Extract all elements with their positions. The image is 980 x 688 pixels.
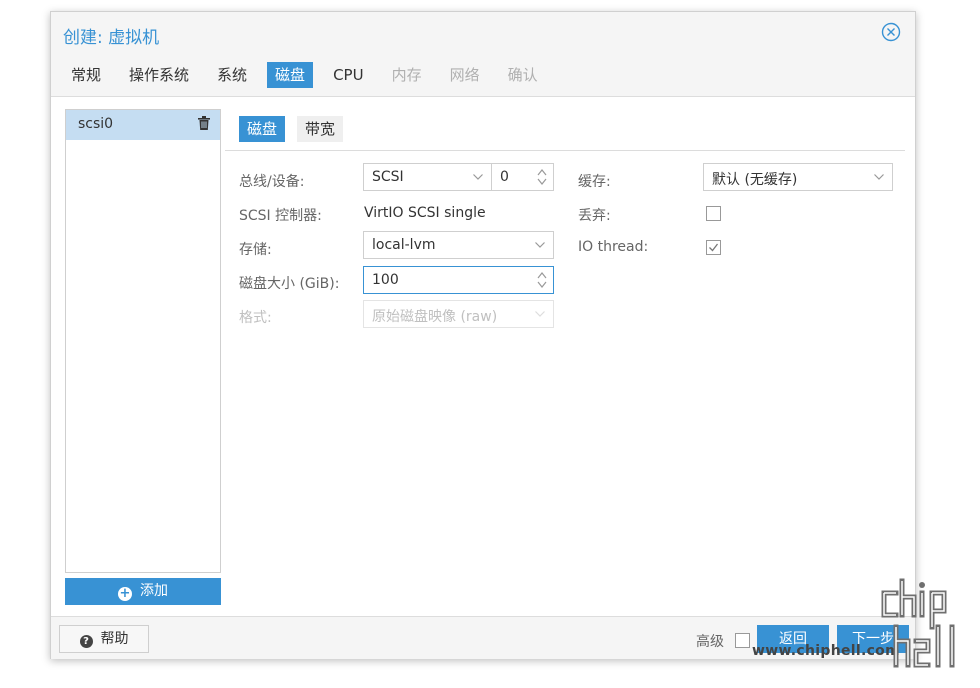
spinner-icon[interactable] [537,167,547,187]
bus-value: SCSI [372,169,404,185]
dialog-title: 创建: 虚拟机 [63,28,160,48]
add-disk-label: 添加 [140,583,168,599]
chiphell-logo [881,578,955,668]
disk-size-label: 磁盘大小 (GiB): [239,276,340,292]
format-select: 原始磁盘映像 (raw) [363,300,554,328]
tab-memory: 内存 [391,66,422,84]
watermark-url: www.chiphell.com [752,643,900,659]
bus-label: 总线/设备: [239,174,305,190]
spinner-icon[interactable] [537,270,547,290]
checkmark-icon [709,243,719,252]
discard-checkbox[interactable] [706,206,721,221]
create-vm-dialog: 创建: 虚拟机 常规 操作系统 系统 磁盘 CPU 内存 网络 确认 scsi0 [50,11,916,659]
help-button[interactable]: ? 帮助 [59,625,149,653]
cache-value: 默认 (无缓存) [712,172,798,188]
tab-general[interactable]: 常规 [63,62,109,88]
disk-list: scsi0 [65,109,221,573]
tab-system[interactable]: 系统 [209,62,255,88]
plus-icon: + [118,586,132,601]
question-icon: ? [79,635,93,648]
advanced-label: 高级 [696,634,724,650]
device-number-field[interactable]: 0 [491,163,554,191]
controller-value: VirtIO SCSI single [364,205,486,221]
dialog-body: scsi0 + 添加 磁盘 带宽 总线/设备: SCSI 0 SCSI 控制器:… [51,96,915,616]
chevron-down-icon [473,174,483,180]
subtab-bandwidth[interactable]: 带宽 [297,116,344,142]
bus-select[interactable]: SCSI [363,163,492,191]
tab-os[interactable]: 操作系统 [121,62,197,88]
format-label: 格式: [239,310,272,326]
chevron-down-icon [535,311,545,317]
storage-select[interactable]: local-lvm [363,231,554,259]
cache-select[interactable]: 默认 (无缓存) [703,163,893,191]
disk-size-field[interactable]: 100 [363,266,554,294]
trash-icon[interactable] [198,116,210,130]
format-value: 原始磁盘映像 (raw) [372,309,498,325]
controller-label: SCSI 控制器: [239,208,322,224]
cache-label: 缓存: [578,174,611,190]
discard-label: 丢弃: [578,208,611,224]
subtab-disk[interactable]: 磁盘 [239,116,286,142]
disk-list-item-label: scsi0 [78,116,114,132]
device-number-value: 0 [500,169,509,185]
wizard-tabs: 常规 操作系统 系统 磁盘 CPU 内存 网络 确认 [63,62,558,88]
tab-network: 网络 [449,66,480,84]
iothread-label: IO thread: [578,239,649,255]
divider [225,150,905,151]
help-label: 帮助 [100,631,129,647]
storage-value: local-lvm [372,237,436,253]
close-icon[interactable] [881,22,901,42]
disk-subtabs: 磁盘 带宽 [239,116,355,142]
disk-list-item[interactable]: scsi0 [66,110,220,140]
iothread-checkbox[interactable] [706,240,721,255]
chevron-down-icon [535,242,545,248]
chevron-down-icon [874,174,884,180]
disk-size-value: 100 [372,272,399,288]
storage-label: 存储: [239,242,272,258]
tab-disks[interactable]: 磁盘 [267,62,314,88]
add-disk-button[interactable]: + 添加 [65,578,221,605]
tab-confirm: 确认 [507,66,538,84]
tab-cpu[interactable]: CPU [325,62,372,88]
advanced-checkbox[interactable] [735,633,750,648]
